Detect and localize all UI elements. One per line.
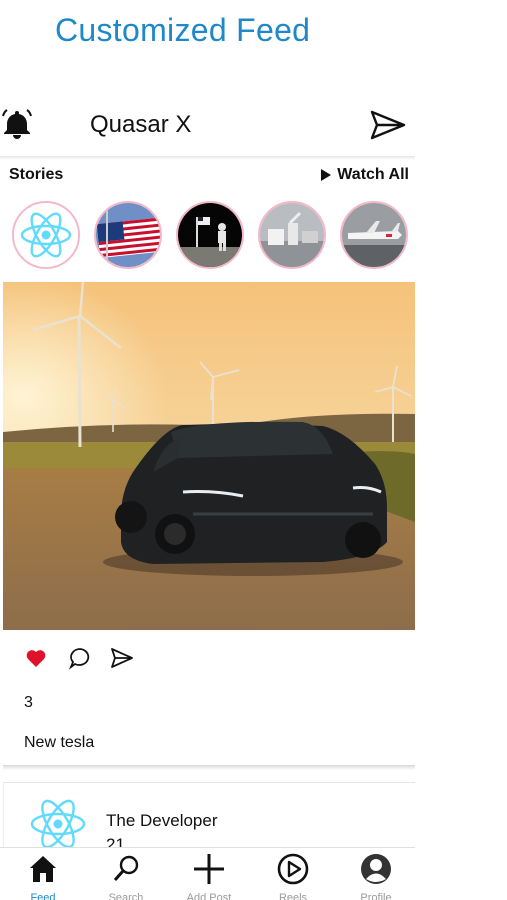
post-caption: New tesla <box>24 734 95 751</box>
watch-all-button[interactable]: Watch All <box>321 166 409 184</box>
author-name: The Developer <box>106 811 218 830</box>
top-bar: Quasar X <box>0 100 415 156</box>
app-screen: Quasar X Stories Watch All 3 New tesla T… <box>0 100 415 900</box>
share-icon[interactable] <box>110 646 134 670</box>
watch-all-label: Watch All <box>337 166 409 183</box>
play-circle-icon <box>258 852 328 886</box>
post-image[interactable] <box>3 282 415 630</box>
stories-label: Stories <box>9 166 64 183</box>
bottom-nav: Feed Search Add Post Reels Profile <box>0 847 415 900</box>
react-logo-icon <box>28 799 88 849</box>
stories-row <box>12 201 415 271</box>
profile-icon <box>341 852 411 886</box>
nav-label-search: Search <box>108 892 144 900</box>
story-factory-robots[interactable] <box>258 201 326 269</box>
nav-label-reels: Reels <box>278 892 308 900</box>
header-divider <box>0 156 415 160</box>
story-us-flag[interactable] <box>94 201 162 269</box>
heart-icon[interactable] <box>24 646 48 670</box>
page-title: Customized Feed <box>55 12 311 48</box>
likes-count: 3 <box>24 694 33 711</box>
search-icon <box>91 852 161 886</box>
nav-search[interactable]: Search <box>91 852 161 900</box>
story-react[interactable] <box>12 201 80 269</box>
nav-add-post[interactable]: Add Post <box>174 852 244 900</box>
home-icon <box>8 852 78 886</box>
story-moon-landing[interactable] <box>176 201 244 269</box>
plus-icon <box>174 852 244 886</box>
send-icon[interactable] <box>370 109 406 141</box>
nav-profile[interactable]: Profile <box>341 852 411 900</box>
play-icon <box>321 169 332 181</box>
nav-label-profile: Profile <box>360 892 392 900</box>
post-actions <box>24 646 224 670</box>
nav-label-feed: Feed <box>30 892 56 900</box>
bell-icon[interactable] <box>0 107 34 141</box>
comment-icon[interactable] <box>68 646 92 670</box>
nav-label-add-post: Add Post <box>186 892 232 900</box>
card-divider <box>3 765 415 770</box>
nav-feed[interactable]: Feed <box>8 852 78 900</box>
stories-header: Stories Watch All <box>0 162 415 188</box>
nav-reels[interactable]: Reels <box>258 852 328 900</box>
app-title: Quasar X <box>90 111 192 138</box>
story-airplane[interactable] <box>340 201 408 269</box>
